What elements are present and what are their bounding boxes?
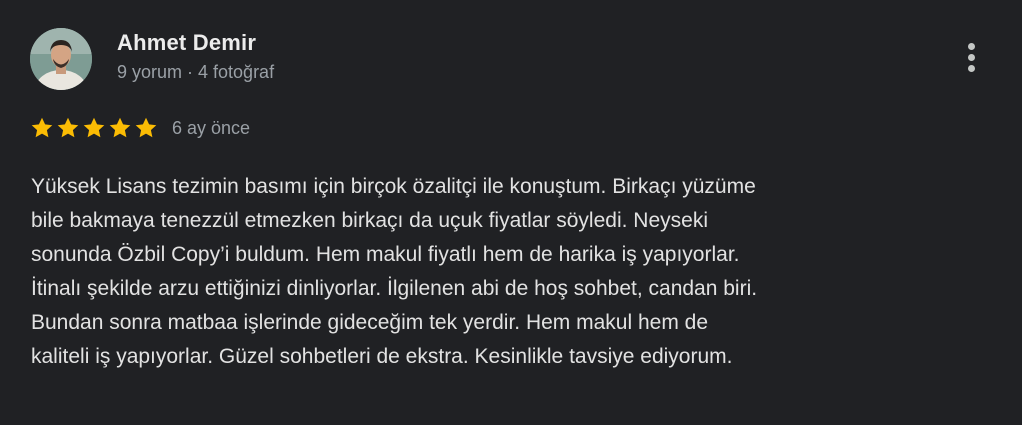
review-text-line: Yüksek Lisans tezimin basımı için birçok…	[31, 175, 756, 198]
review-card: Ahmet Demir 9 yorum · 4 fotoğraf 6 ay ön…	[0, 0, 1022, 425]
review-text-line: İtinalı şekilde arzu ettiğinizi dinliyor…	[31, 277, 758, 300]
review-date: 6 ay önce	[172, 117, 251, 138]
more-vertical-icon-dot	[968, 54, 975, 61]
rating-row: 6 ay önce	[30, 114, 250, 142]
review-text-line: kaliteli iş yapıyorlar. Güzel sohbetleri…	[31, 345, 733, 368]
reviewer-name[interactable]: Ahmet Demir	[117, 30, 256, 56]
review-text-line: bile bakmaya tenezzül etmezken birkaçı d…	[31, 209, 708, 232]
review-text: Yüksek Lisans tezimin basımı için birçok…	[31, 170, 1001, 374]
star-icon	[135, 117, 157, 138]
more-options-button[interactable]	[952, 36, 992, 80]
star-icon	[109, 117, 131, 138]
reviewer-stats: 9 yorum · 4 fotoğraf	[117, 62, 275, 82]
avatar-photo-icon	[30, 28, 92, 90]
reviewer-avatar[interactable]	[30, 28, 92, 90]
more-vertical-icon-dot	[968, 65, 975, 72]
star-icon	[83, 117, 105, 138]
more-vertical-icon-dot	[968, 43, 975, 50]
review-text-line: sonunda Özbil Copy’i buldum. Hem makul f…	[31, 243, 740, 266]
review-text-line: Bundan sonra matbaa işlerinde gideceğim …	[31, 311, 709, 334]
star-icon	[57, 117, 79, 138]
star-icon	[31, 117, 53, 138]
star-rating	[30, 116, 160, 140]
